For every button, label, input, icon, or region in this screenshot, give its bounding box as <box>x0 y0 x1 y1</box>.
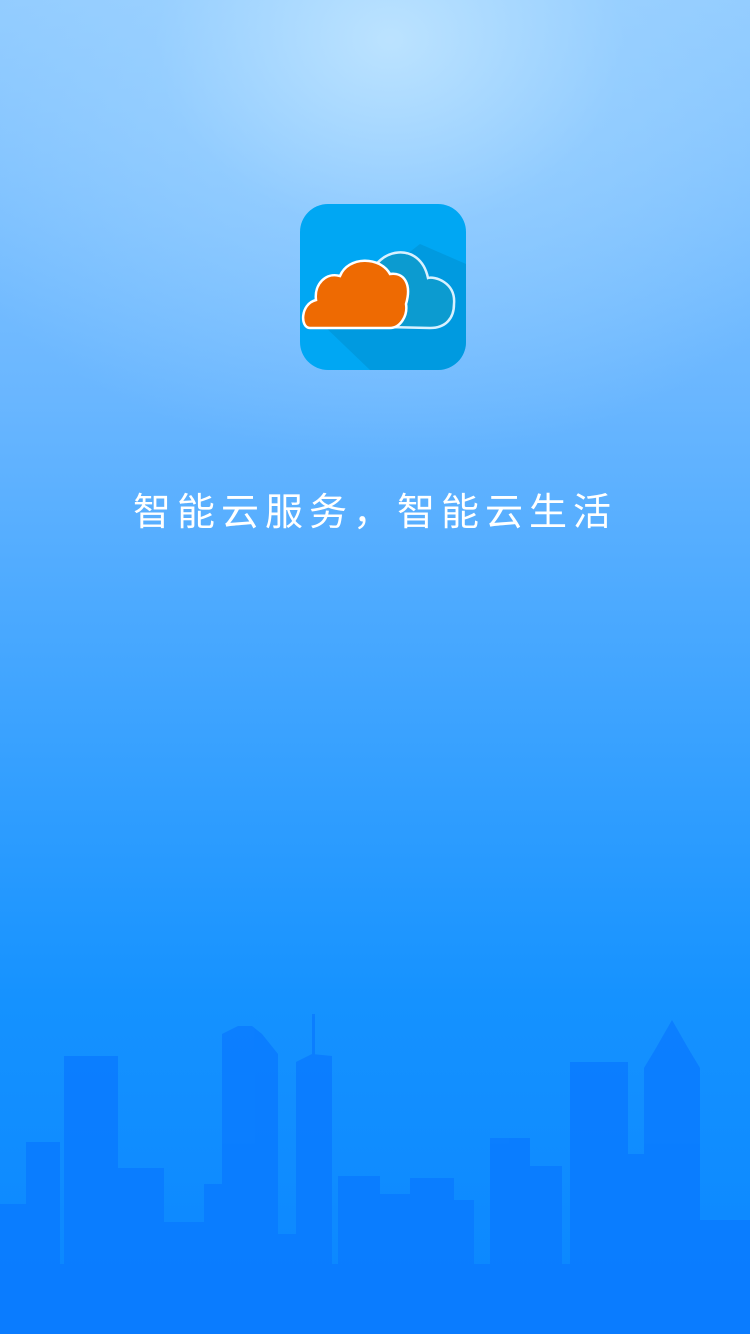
splash-screen: 智能云服务，智能云生活 <box>0 0 750 1334</box>
city-skyline-image <box>0 1014 750 1334</box>
tagline-text: 智能云服务，智能云生活 <box>132 490 617 534</box>
app-logo-icon <box>300 204 466 370</box>
